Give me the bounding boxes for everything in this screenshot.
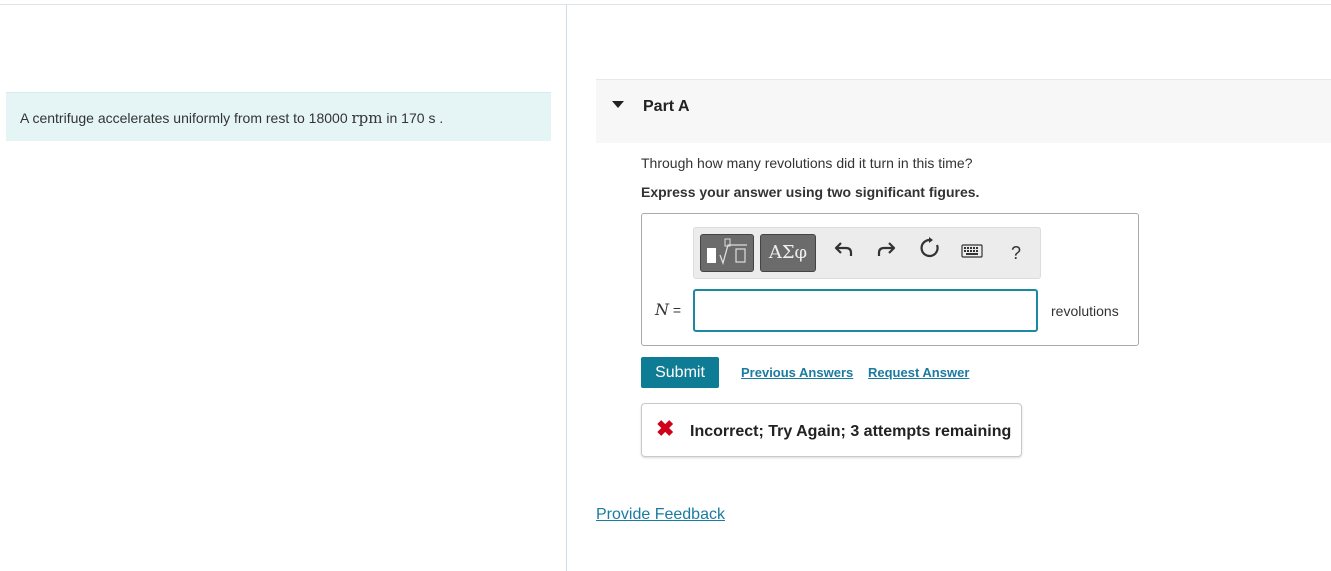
variable-label: N = <box>655 300 681 319</box>
feedback-message-box: ✖ Incorrect; Try Again; 3 attempts remai… <box>641 403 1022 457</box>
part-a-header[interactable]: Part A <box>596 79 1331 143</box>
problem-text-start: A centrifuge accelerates uniformly from … <box>20 110 352 126</box>
answer-box: ΑΣφ ? N = revolutions <box>641 213 1139 346</box>
variable-symbol: N <box>655 300 669 319</box>
equals-sign: = <box>669 302 682 318</box>
problem-statement: A centrifuge accelerates uniformly from … <box>20 109 443 127</box>
provide-feedback-link[interactable]: Provide Feedback <box>596 506 725 524</box>
redo-icon[interactable] <box>872 236 900 270</box>
previous-answers-link[interactable]: Previous Answers <box>741 365 853 380</box>
reset-icon[interactable] <box>916 236 944 270</box>
help-button[interactable]: ? <box>1002 236 1030 270</box>
request-answer-link[interactable]: Request Answer <box>868 365 969 380</box>
problem-intro-panel: A centrifuge accelerates uniformly from … <box>6 92 551 141</box>
submit-button[interactable]: Submit <box>641 357 719 388</box>
keyboard-icon[interactable] <box>958 236 986 270</box>
feedback-text: Incorrect; Try Again; 3 attempts remaini… <box>690 423 1012 440</box>
column-divider <box>566 5 567 571</box>
collapse-caret-icon[interactable] <box>612 101 624 108</box>
problem-text-end: . <box>435 110 444 126</box>
greek-symbols-button[interactable]: ΑΣφ <box>760 234 816 272</box>
instruction-text: Express your answer using two significan… <box>641 184 980 200</box>
question-text: Through how many revolutions did it turn… <box>641 155 973 171</box>
top-divider <box>0 4 1331 5</box>
undo-icon[interactable] <box>830 236 858 270</box>
unit-rpm: rpm <box>351 109 383 127</box>
templates-icon <box>707 238 747 266</box>
answer-unit: revolutions <box>1051 303 1119 319</box>
part-title: Part A <box>643 98 690 115</box>
answer-input[interactable] <box>693 289 1038 332</box>
templates-button[interactable] <box>700 234 754 272</box>
problem-text-middle: in 170 <box>382 110 429 126</box>
math-toolbar: ΑΣφ ? <box>693 227 1041 279</box>
x-icon: ✖ <box>656 416 675 441</box>
